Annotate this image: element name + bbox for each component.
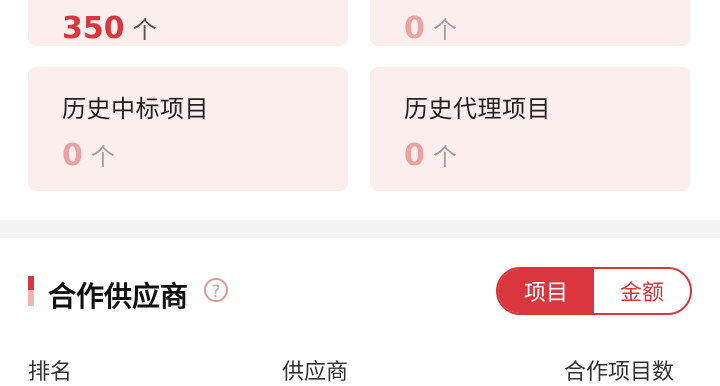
column-header-project-count: 合作项目数 (564, 360, 675, 385)
stat-unit: 个 (132, 16, 157, 44)
stat-card-history-winning[interactable]: 历史中标项目 0 个 (28, 67, 348, 191)
stat-value: 350 (62, 11, 125, 46)
section-accent-bar (28, 276, 34, 306)
stat-value-row: 350 个 (62, 10, 157, 46)
stat-unit: 个 (432, 143, 457, 171)
toggle-projects[interactable]: 项目 (498, 269, 594, 313)
section-title: 合作供应商 (48, 280, 189, 313)
stats-panel: 350 个 0 个 历史中标项目 0 个 历史代理项目 0 个 (0, 0, 720, 220)
stat-unit: 个 (432, 16, 457, 44)
stat-value: 0 (62, 138, 83, 173)
stat-value-row: 0 个 (62, 137, 115, 173)
stat-value-row: 0 个 (404, 10, 457, 46)
stat-card-history-agency[interactable]: 历史代理项目 0 个 (370, 67, 690, 191)
column-header-rank: 排名 (28, 360, 73, 385)
toggle-amount[interactable]: 金额 (594, 269, 690, 313)
column-header-supplier: 供应商 (282, 360, 349, 385)
help-circle-icon[interactable]: ? (204, 278, 228, 302)
stat-value: 0 (404, 138, 425, 173)
stat-value-row: 0 个 (404, 137, 457, 173)
metric-toggle[interactable]: 项目 金额 (496, 267, 692, 315)
stat-title: 历史代理项目 (404, 95, 551, 123)
stat-card[interactable]: 350 个 (28, 0, 348, 46)
section-divider (0, 220, 720, 238)
stat-card[interactable]: 0 个 (370, 0, 690, 46)
stat-value: 0 (404, 11, 425, 46)
stat-title: 历史中标项目 (62, 95, 209, 123)
stat-unit: 个 (90, 143, 115, 171)
